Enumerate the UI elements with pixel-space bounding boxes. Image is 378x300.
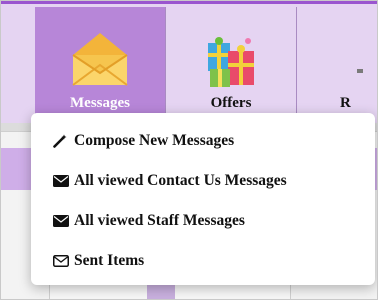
envelope-outline-icon <box>53 254 69 268</box>
nav-tile-label: R <box>340 95 351 111</box>
menu-item-compose-new-messages[interactable]: Compose New Messages <box>31 121 375 161</box>
top-navigation-bar: Messages Offers R <box>1 1 377 126</box>
nav-tile-partial[interactable]: R <box>297 7 377 126</box>
app-frame: Messages Offers R Compose New Messages A… <box>0 0 378 300</box>
envelope-solid-icon <box>53 174 69 188</box>
menu-item-label: All viewed Staff Messages <box>74 212 245 229</box>
cut-off-icon <box>357 69 363 73</box>
magic-wand-icon <box>53 134 69 148</box>
nav-tile-offers[interactable]: Offers <box>166 7 297 126</box>
menu-item-label: Compose New Messages <box>74 132 235 149</box>
nav-tile-label: Offers <box>210 95 252 111</box>
menu-item-sent-items[interactable]: Sent Items <box>31 241 375 281</box>
messages-dropdown-menu: Compose New Messages All viewed Contact … <box>31 113 375 285</box>
menu-item-all-viewed-contact-us-messages[interactable]: All viewed Contact Us Messages <box>31 161 375 201</box>
menu-item-label: Sent Items <box>74 252 145 269</box>
nav-tile-messages[interactable]: Messages <box>35 7 166 126</box>
menu-item-label: All viewed Contact Us Messages <box>74 172 287 189</box>
envelope-icon <box>72 33 128 86</box>
gift-boxes-icon <box>208 37 254 87</box>
envelope-solid-icon <box>53 214 69 228</box>
menu-item-all-viewed-staff-messages[interactable]: All viewed Staff Messages <box>31 201 375 241</box>
nav-tile-label: Messages <box>70 95 130 111</box>
